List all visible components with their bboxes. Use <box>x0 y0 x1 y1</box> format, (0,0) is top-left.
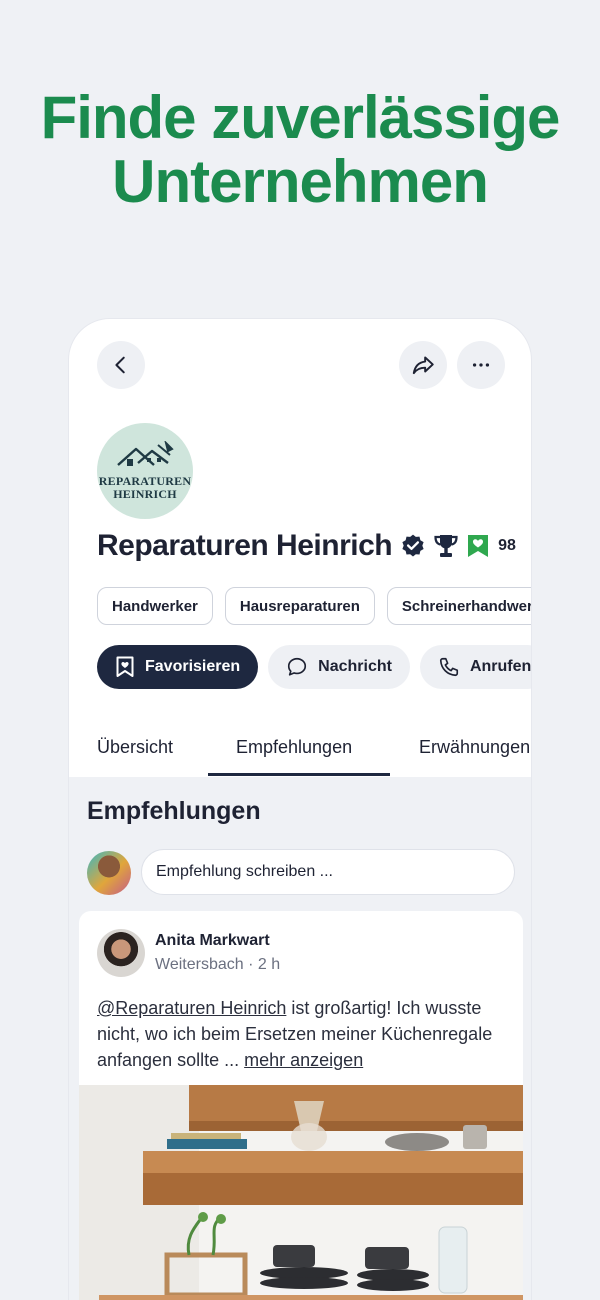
headline: Finde zuverlässige Unternehmen <box>0 86 600 214</box>
write-recommendation-placeholder: Empfehlung schreiben ... <box>156 863 333 880</box>
business-name-row: Reparaturen Heinrich 98 <box>97 529 522 563</box>
recommendation-post[interactable]: Anita Markwart Weitersbach · 2 h @Repara… <box>79 911 523 1300</box>
category-chip[interactable]: Schreinerhandwerk <box>386 587 531 625</box>
share-button[interactable] <box>399 341 447 389</box>
more-horizontal-icon <box>472 363 490 367</box>
tab-overview[interactable]: Übersicht <box>97 723 173 758</box>
current-user-avatar <box>87 851 131 895</box>
logo-text-line-2: HEINRICH <box>113 487 177 501</box>
house-roof-icon <box>117 441 174 466</box>
category-chip[interactable]: Handwerker <box>97 587 213 625</box>
business-name: Reparaturen Heinrich <box>97 529 393 562</box>
section-title: Empfehlungen <box>87 797 261 825</box>
post-ellipsis: ... <box>219 1050 245 1070</box>
call-button[interactable]: Anrufen <box>419 645 532 689</box>
favorite-button-label: Favorisieren <box>145 658 241 675</box>
call-button-label: Anrufen <box>469 658 532 675</box>
post-text: @Reparaturen Heinrich ist großartig! Ich… <box>97 995 517 1073</box>
headline-line-1: Finde zuverlässige <box>40 84 561 151</box>
author-avatar[interactable] <box>97 929 145 977</box>
post-meta: Weitersbach · 2 h <box>155 956 281 973</box>
category-chips: Handwerker Hausreparaturen Schreinerhand… <box>97 587 531 625</box>
message-button-label: Nachricht <box>318 658 392 675</box>
chat-bubble-icon <box>288 657 307 676</box>
favorite-bookmark-icon <box>466 533 490 559</box>
phone-icon <box>439 657 459 677</box>
recommendations-section: Empfehlungen Empfehlung schreiben ... An… <box>69 777 531 1300</box>
share-icon <box>412 356 434 375</box>
author-name[interactable]: Anita Markwart <box>155 932 270 950</box>
tab-mentions[interactable]: Erwähnungen <box>419 723 530 758</box>
trophy-icon <box>432 533 460 559</box>
bookmark-heart-icon <box>116 656 134 677</box>
chevron-left-icon <box>115 356 125 374</box>
message-button[interactable]: Nachricht <box>268 645 410 689</box>
verified-badge-icon <box>400 533 426 559</box>
back-button[interactable] <box>97 341 145 389</box>
action-buttons: Favorisieren Nachricht Anrufen <box>97 645 532 689</box>
profile-tabs: Übersicht Empfehlungen Erwähnungen <box>69 723 531 777</box>
favorite-button[interactable]: Favorisieren <box>97 645 259 689</box>
business-mention-link[interactable]: @Reparaturen Heinrich <box>97 998 286 1018</box>
tab-recommendations[interactable]: Empfehlungen <box>236 723 352 758</box>
post-photo[interactable] <box>79 1085 523 1300</box>
more-options-button[interactable] <box>457 341 505 389</box>
category-chip[interactable]: Hausreparaturen <box>224 587 375 625</box>
business-logo: REPARATUREN HEINRICH <box>97 423 193 519</box>
headline-line-2: Unternehmen <box>112 148 489 215</box>
business-profile-screen: REPARATUREN HEINRICH Reparaturen Heinric… <box>68 318 532 1300</box>
write-recommendation-input[interactable]: Empfehlung schreiben ... <box>141 849 515 895</box>
active-tab-indicator <box>208 773 390 776</box>
favorite-count: 98 <box>498 537 516 554</box>
show-more-link[interactable]: mehr anzeigen <box>244 1050 363 1070</box>
